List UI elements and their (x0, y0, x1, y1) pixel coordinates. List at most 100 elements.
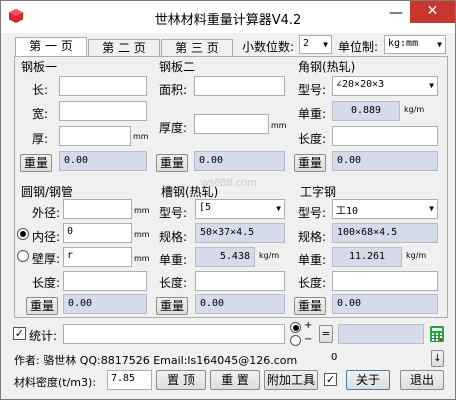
title-bar: 世林材料重量计算器V4.2 — ✕ (1, 1, 455, 33)
round-weight-output: 0.00 (63, 294, 147, 314)
channel-unit-weight-label: 单重: (159, 253, 188, 267)
ibeam-unit-weight-output: 11.261 (332, 247, 402, 267)
tab-page-3[interactable]: 第 三 页 (161, 39, 233, 57)
density-input[interactable]: 7.85 (107, 370, 152, 390)
ibeam-spec-output: 100×68×4.5 (332, 223, 438, 243)
channel-spec-output: 50×37×4.5 (195, 223, 285, 243)
plus-radio[interactable] (290, 322, 301, 333)
channel-model-select[interactable]: [5 ▼ (195, 199, 285, 219)
plate1-thickness-input[interactable] (59, 126, 131, 146)
density-label: 材料密度(t/m3): (14, 376, 97, 389)
round-outer-label: 外径: (32, 206, 61, 220)
channel-weight-output: 0.00 (195, 294, 285, 314)
equals-button[interactable]: = (319, 325, 333, 343)
plate2-thickness-input[interactable] (194, 114, 269, 134)
ibeam-model-select[interactable]: 工10 ▼ (332, 199, 438, 219)
down-arrow-icon[interactable]: ↓ (431, 350, 444, 367)
plate2-area-label: 面积: (159, 83, 188, 97)
plate1-thickness-label: 厚: (32, 132, 49, 146)
plate2-weight-button[interactable]: 重量 (156, 154, 188, 172)
app-window: 世林材料重量计算器V4.2 — ✕ 第 一 页 第 二 页 第 三 页 小数位数… (0, 0, 456, 400)
plate2-thickness-label: 厚度: (159, 121, 188, 135)
round-length-label: 长度: (32, 276, 61, 290)
channel-kg-per-m-unit: kg/m (259, 251, 280, 260)
angle-weight-button[interactable]: 重量 (294, 154, 326, 172)
ibeam-length-label: 长度: (298, 276, 327, 290)
round-length-input[interactable] (63, 271, 147, 291)
plate1-mm-unit: mm (133, 132, 149, 141)
round-title: 圆钢/钢管 (21, 185, 74, 199)
plate2-area-input[interactable] (194, 76, 285, 96)
close-button[interactable]: ✕ (410, 1, 455, 23)
ibeam-spec-label: 规格: (298, 230, 327, 244)
channel-length-input[interactable] (195, 271, 285, 291)
ibeam-weight-output: 0.00 (332, 294, 438, 314)
plate1-weight-output: 0.00 (59, 151, 147, 171)
statistics-input[interactable] (63, 324, 285, 344)
round-weight-button[interactable]: 重量 (26, 297, 58, 315)
exit-button[interactable]: 退出 (400, 370, 444, 390)
angle-model-select[interactable]: ∠20×20×3 ▼ (332, 76, 438, 96)
extra-tools-button[interactable]: 附加工具 (264, 370, 318, 390)
tab-page-2[interactable]: 第 二 页 (88, 39, 160, 57)
channel-spec-label: 规格: (159, 230, 188, 244)
plate1-width-label: 宽: (32, 107, 49, 121)
decimal-places-label: 小数位数: (242, 40, 295, 54)
minus-radio[interactable] (290, 335, 301, 346)
plate2-weight-output: 0.00 (194, 151, 285, 171)
channel-model-label: 型号: (159, 206, 188, 220)
ibeam-length-input[interactable] (332, 271, 438, 291)
minus-label: − (304, 334, 313, 345)
counter-value: 0 (331, 352, 338, 363)
ibeam-unit-weight-label: 单重: (298, 253, 327, 267)
chevron-down-icon: ▼ (323, 40, 328, 49)
calculator-icon[interactable] (429, 326, 445, 342)
plate2-mm-unit: mm (271, 121, 287, 130)
round-outer-mm-unit: mm (134, 206, 150, 215)
round-inner-input[interactable]: 0 (63, 223, 132, 243)
channel-length-label: 长度: (159, 276, 188, 290)
plate1-title: 钢板一 (21, 60, 58, 74)
plate1-length-input[interactable] (59, 76, 147, 96)
plate2-title: 钢板二 (159, 60, 196, 74)
angle-weight-output: 0.00 (332, 151, 438, 171)
angle-length-input[interactable] (332, 126, 438, 146)
angle-unit-weight-label: 单重: (298, 107, 327, 121)
plate1-weight-button[interactable]: 重量 (20, 154, 52, 172)
plate1-width-input[interactable] (59, 101, 147, 121)
angle-title: 角钢(热轧) (298, 60, 356, 74)
wall-thickness-radio[interactable] (17, 250, 29, 262)
decimal-places-select[interactable]: 2 ▼ (299, 35, 332, 54)
channel-title: 槽钢(热轧) (161, 185, 219, 199)
channel-weight-button[interactable]: 重量 (156, 297, 188, 315)
ibeam-weight-button[interactable]: 重量 (294, 297, 326, 315)
ibeam-model-label: 型号: (298, 206, 327, 220)
unit-system-label: 单位制: (338, 40, 379, 54)
ibeam-kg-per-m-unit: kg/m (406, 251, 427, 260)
pin-on-top-button[interactable]: 置 顶 (156, 370, 206, 390)
minimize-button[interactable]: — (382, 4, 410, 26)
chevron-down-icon: ▼ (276, 204, 281, 213)
round-inner-label: 内径: (32, 230, 61, 244)
ibeam-title: 工字钢 (300, 185, 337, 199)
chevron-down-icon: ▼ (437, 40, 442, 49)
inner-diameter-radio[interactable] (17, 228, 29, 240)
round-wall-label: 壁厚: (32, 252, 61, 266)
statistics-result-output (338, 324, 424, 344)
reset-button[interactable]: 重 置 (210, 370, 260, 390)
author-info: 作者: 骆世林 QQ:8817526 Email:ls164045@126.co… (14, 354, 298, 367)
round-wall-mm-unit: mm (134, 254, 150, 263)
tab-page-1[interactable]: 第 一 页 (15, 37, 87, 57)
angle-model-label: 型号: (298, 83, 327, 97)
channel-unit-weight-output: 5.438 (195, 247, 255, 267)
extra-tools-checkbox[interactable]: ✓ (324, 373, 337, 386)
round-outer-input[interactable] (63, 199, 132, 219)
about-button[interactable]: 关于 (346, 370, 390, 390)
unit-system-select[interactable]: kg:mm ▼ (384, 35, 446, 54)
angle-length-label: 长度: (298, 132, 327, 146)
round-wall-input[interactable]: r (63, 247, 132, 267)
statistics-checkbox[interactable]: ✓ (13, 327, 26, 340)
angle-kg-per-m-unit: kg/m (404, 105, 425, 114)
angle-unit-weight-output: 0.889 (332, 101, 400, 121)
statistics-label: 统计: (29, 329, 58, 343)
